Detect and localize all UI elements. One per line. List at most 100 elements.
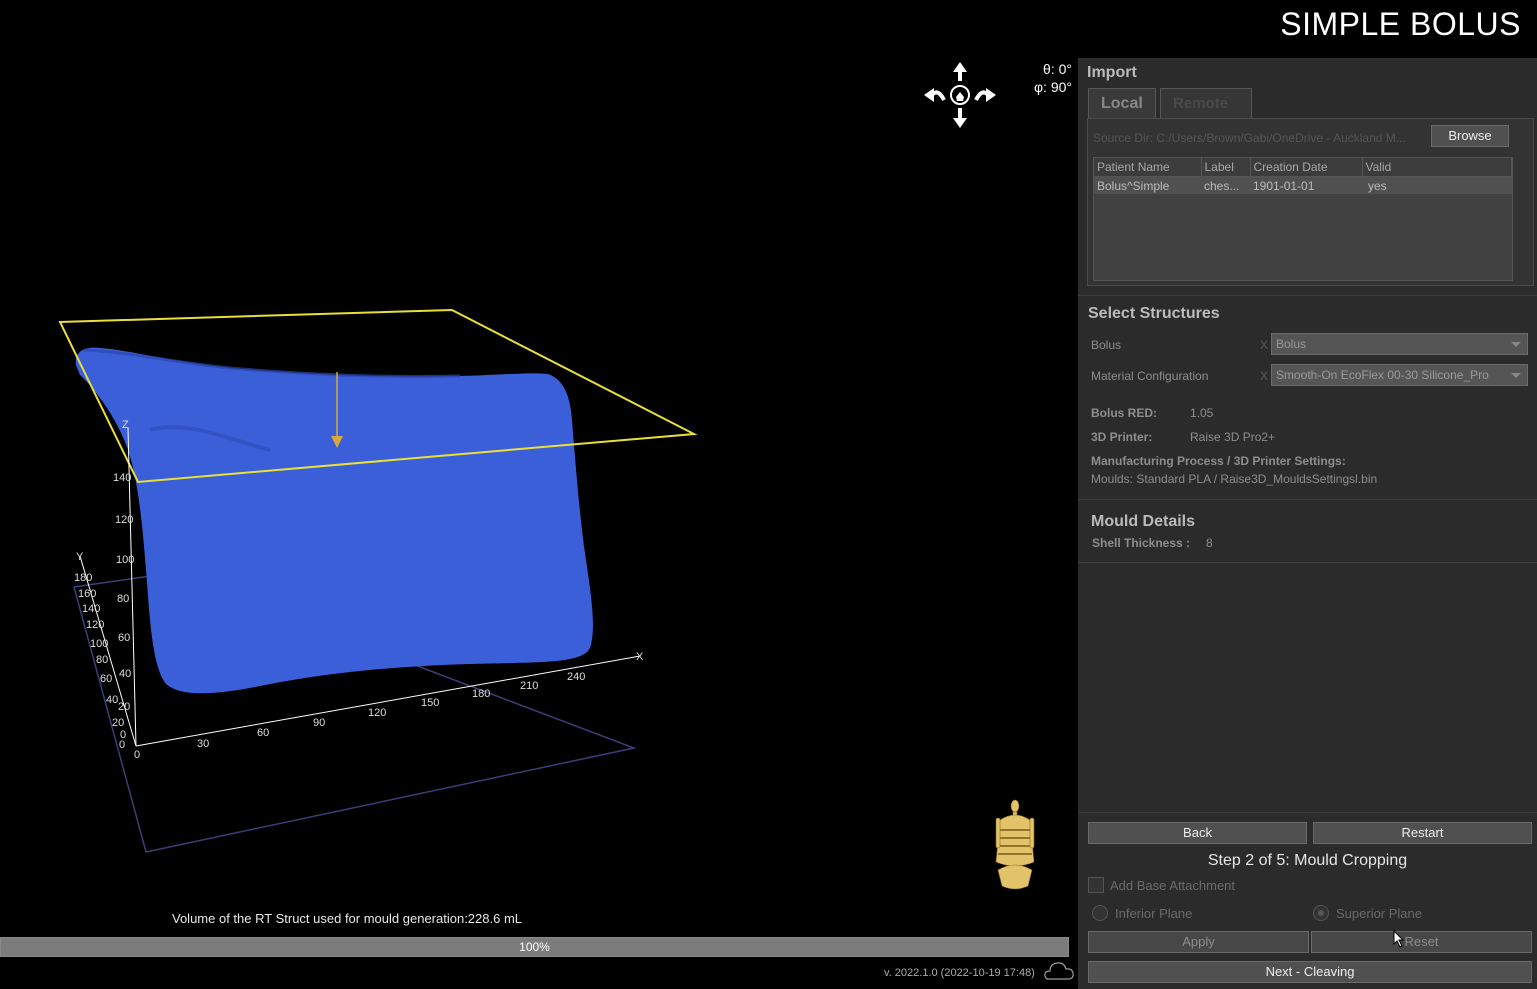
version-label: v. 2022.1.0 (2022-10-19 17:48) xyxy=(884,967,1035,979)
skeleton-orientation-icon xyxy=(995,799,1035,890)
bolus-red-value: 1.05 xyxy=(1190,406,1214,420)
y-tick: 60 xyxy=(100,673,112,685)
browse-button[interactable]: Browse xyxy=(1431,125,1509,147)
table-row[interactable]: Bolus^Simple ches... 1901-01-01 yes xyxy=(1094,176,1512,194)
side-panel: Import Local Remote Source Dir: C:/Users… xyxy=(1078,58,1537,989)
camera-angle-readout: θ: 0° φ: 90° xyxy=(1028,60,1072,96)
z-tick: 140 xyxy=(113,472,131,484)
volume-info: Volume of the RT Struct used for mould g… xyxy=(172,911,523,926)
import-local-pane: Source Dir: C:/Users/Brown/Gabi/OneDrive… xyxy=(1087,118,1534,286)
x-tick: 90 xyxy=(313,717,325,729)
z-tick: 20 xyxy=(118,701,130,713)
x-tick: 120 xyxy=(368,707,386,719)
rotate-up-icon xyxy=(953,62,967,72)
z-tick: 100 xyxy=(116,554,134,566)
superior-plane-radio[interactable] xyxy=(1313,905,1329,921)
x-tick: 240 xyxy=(567,671,585,683)
table-cell: Bolus^Simple xyxy=(1094,176,1201,194)
base-attachment-checkbox[interactable] xyxy=(1088,877,1104,893)
mouse-cursor-icon xyxy=(1393,930,1405,948)
x-axis-label: X xyxy=(636,651,644,663)
source-dir-label: Source Dir: C:/Users/Brown/Gabi/OneDrive… xyxy=(1093,131,1406,145)
z-axis-label: Z xyxy=(122,419,129,431)
next-cleaving-button[interactable]: Next - Cleaving xyxy=(1088,961,1532,983)
phi-readout: φ: 90° xyxy=(1033,79,1072,95)
tab-remote[interactable]: Remote xyxy=(1160,88,1252,118)
bolus-red-label: Bolus RED: xyxy=(1091,406,1157,420)
app-title: SIMPLE BOLUS xyxy=(1280,6,1521,42)
column-header[interactable]: Label xyxy=(1201,158,1251,177)
x-tick: 180 xyxy=(472,688,490,700)
process-label: Manufacturing Process / 3D Printer Setti… xyxy=(1091,454,1346,468)
column-header[interactable]: Patient Name xyxy=(1094,158,1202,177)
apply-button[interactable]: Apply xyxy=(1088,931,1309,953)
back-button[interactable]: Back xyxy=(1088,822,1307,844)
z-tick: 80 xyxy=(117,593,129,605)
inferior-plane-label: Inferior Plane xyxy=(1115,906,1193,921)
progress-bar: 100% xyxy=(0,937,1069,957)
printer-value: Raise 3D Pro2+ xyxy=(1190,430,1276,444)
cloud-icon xyxy=(1044,962,1074,980)
x-tick: 150 xyxy=(421,697,439,709)
printer-label: 3D Printer: xyxy=(1091,430,1153,444)
theta-readout: θ: 0° xyxy=(1043,61,1072,77)
y-tick: 20 xyxy=(112,717,124,729)
chevron-down-icon xyxy=(1511,342,1521,347)
material-select[interactable]: Smooth-On EcoFlex 00-30 Silicone_Pro xyxy=(1271,364,1528,386)
y-tick: 140 xyxy=(82,603,100,615)
step-indicator: Step 2 of 5: Mould Cropping xyxy=(1207,852,1408,869)
material-label: Material Configuration xyxy=(1091,369,1209,383)
y-axis-label: Y xyxy=(76,551,84,563)
table-cell: 1901-01-01 xyxy=(1250,176,1362,194)
process-value: Moulds: Standard PLA / Raise3D_MouldsSet… xyxy=(1091,472,1378,486)
y-tick: 120 xyxy=(86,619,104,631)
y-tick: 100 xyxy=(90,638,108,650)
reset-button[interactable]: Reset xyxy=(1311,931,1532,953)
clear-material-icon[interactable]: X xyxy=(1260,369,1268,383)
progress-label: 100% xyxy=(519,940,550,954)
shell-thickness-label: Shell Thickness : xyxy=(1092,536,1191,550)
y-tick: 80 xyxy=(96,654,108,666)
shell-thickness-value: 8 xyxy=(1206,536,1213,550)
divider xyxy=(1078,562,1537,563)
z-tick: 120 xyxy=(115,514,133,526)
tab-local[interactable]: Local xyxy=(1088,88,1156,118)
patient-table[interactable]: Patient Name Label Creation Date Valid B… xyxy=(1093,157,1513,281)
table-cell: yes xyxy=(1362,176,1512,194)
superior-plane-label: Superior Plane xyxy=(1336,906,1422,921)
base-attachment-label: Add Base Attachment xyxy=(1110,878,1236,893)
bolus-label: Bolus xyxy=(1091,338,1122,352)
bolus-select[interactable]: Bolus xyxy=(1271,333,1528,355)
bolus-select-value: Bolus xyxy=(1276,337,1307,351)
import-title: Import xyxy=(1087,64,1137,81)
inferior-plane-radio[interactable] xyxy=(1092,905,1108,921)
select-structures-title: Select Structures xyxy=(1088,305,1220,322)
y-tick: 160 xyxy=(78,588,96,600)
rotate-down-icon xyxy=(953,118,967,128)
mould-details-title: Mould Details xyxy=(1091,513,1196,530)
y-tick: 0 xyxy=(120,729,126,741)
table-header-row: Patient Name Label Creation Date Valid xyxy=(1094,158,1512,177)
chevron-down-icon xyxy=(1511,373,1521,378)
column-header[interactable]: Valid xyxy=(1362,158,1512,177)
table-cell: ches... xyxy=(1201,176,1250,194)
divider xyxy=(1078,812,1537,813)
scene-canvas[interactable]: 0 30 60 90 120 150 180 210 240 X 0 20 40… xyxy=(0,0,1078,989)
z-tick: 60 xyxy=(118,632,130,644)
3d-viewport[interactable]: 0 30 60 90 120 150 180 210 240 X 0 20 40… xyxy=(0,0,1078,989)
y-tick: 180 xyxy=(74,572,92,584)
divider xyxy=(1078,295,1537,296)
bolus-structure xyxy=(75,347,593,694)
divider xyxy=(1078,499,1537,500)
y-tick: 40 xyxy=(106,694,118,706)
material-select-value: Smooth-On EcoFlex 00-30 Silicone_Pro xyxy=(1276,368,1489,382)
x-tick: 30 xyxy=(197,738,209,750)
x-tick: 210 xyxy=(520,680,538,692)
restart-button[interactable]: Restart xyxy=(1313,822,1532,844)
z-tick: 40 xyxy=(119,668,131,680)
x-tick: 60 xyxy=(257,727,269,739)
camera-navigation-widget[interactable] xyxy=(924,62,996,128)
column-header[interactable]: Creation Date xyxy=(1250,158,1363,177)
x-tick: 0 xyxy=(134,749,140,761)
clear-bolus-icon[interactable]: X xyxy=(1260,338,1268,352)
